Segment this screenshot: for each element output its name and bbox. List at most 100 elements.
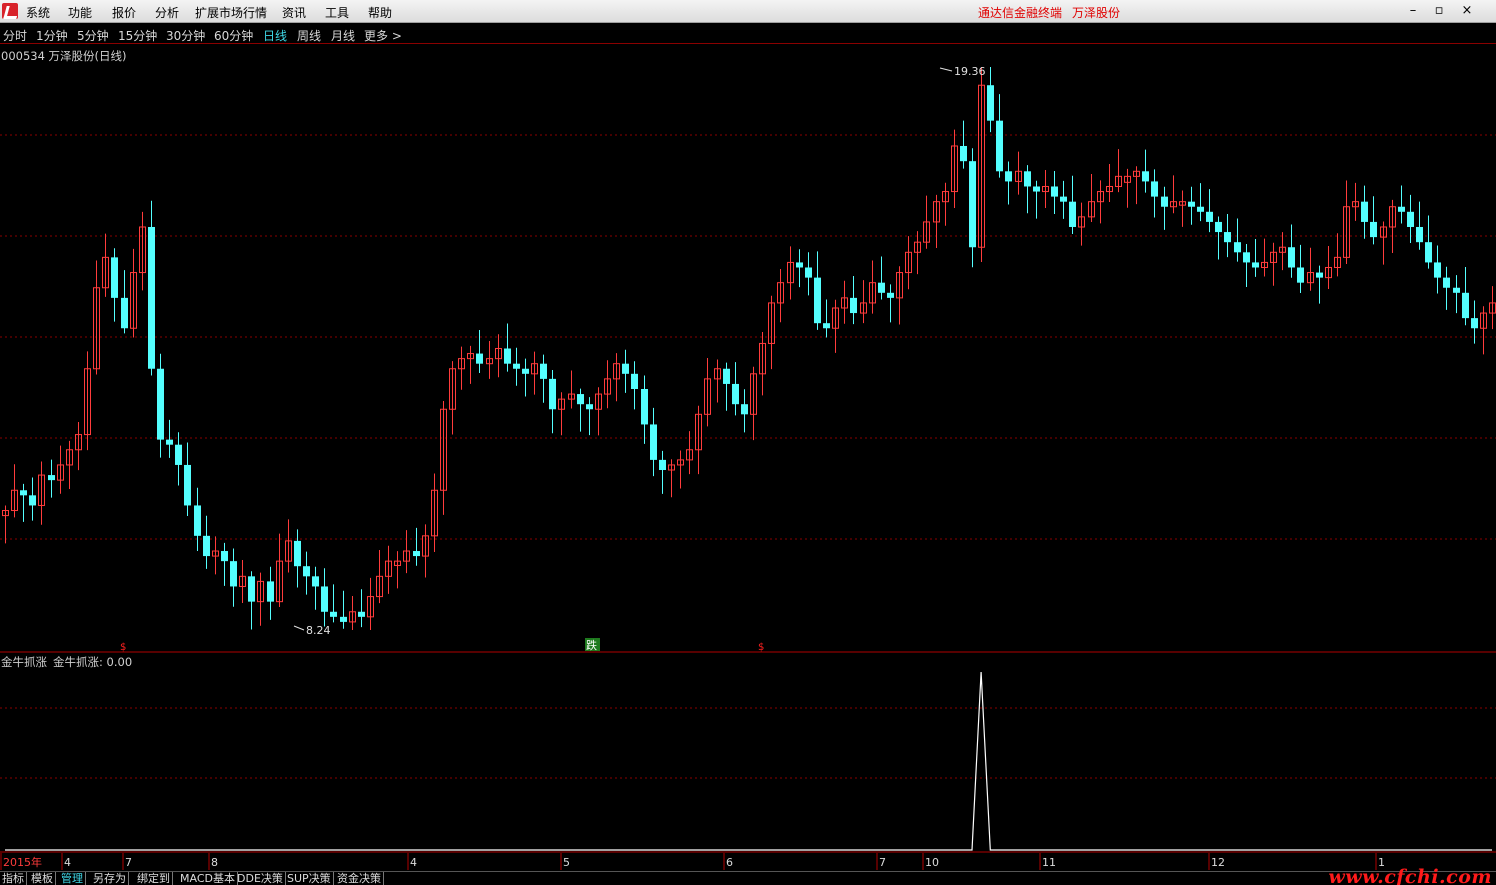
candle-body-down: [650, 424, 657, 460]
candle-body-down: [1407, 211, 1414, 227]
candle-body-down: [1188, 201, 1195, 207]
candle-body-down: [1416, 226, 1423, 243]
tab-indicator[interactable]: 指标: [0, 872, 27, 885]
candle-body-down: [723, 368, 730, 384]
axis-label: 8: [211, 856, 218, 869]
candle-body-down: [48, 475, 55, 481]
candle-body-down: [960, 145, 967, 162]
candle-body-down: [1453, 287, 1460, 293]
candle-body-down: [1069, 201, 1076, 227]
candle-body-down: [1005, 171, 1012, 182]
signal-marker: $: [120, 642, 126, 653]
candle-body-down: [1471, 318, 1478, 329]
candle-body-down: [1234, 242, 1241, 253]
candle-body-down: [121, 297, 128, 329]
axis-label: 11: [1042, 856, 1056, 869]
candle-body-down: [267, 581, 274, 602]
candle-body-down: [823, 323, 830, 329]
candle-body-down: [1215, 221, 1222, 233]
time-axis: 2015年 4 7 8 4 5 6 7 10 11 12 1: [0, 853, 1385, 870]
axis-label: 4: [64, 856, 71, 869]
candle-body-down: [1316, 272, 1323, 278]
axis-label: 4: [410, 856, 417, 869]
candle-body-down: [248, 576, 255, 602]
candle-body-down: [631, 373, 638, 390]
candle-body-down: [203, 535, 210, 557]
low-price-label: 8.24: [306, 624, 331, 637]
candle-body-down: [659, 459, 666, 471]
indicator-value: 金牛抓涨: 0.00: [53, 655, 133, 669]
candle-body-down: [1361, 201, 1368, 222]
candle-body-down: [878, 282, 885, 293]
candle-body-down: [1033, 186, 1040, 192]
candle-body-down: [522, 368, 529, 374]
fall-marker: 跌: [586, 638, 597, 652]
candle-body-down: [230, 561, 237, 587]
candle-body-down: [513, 363, 520, 369]
tab-macd-basic[interactable]: MACD基本: [178, 872, 238, 885]
candle-body-down: [1197, 206, 1204, 212]
candle-body-down: [1060, 196, 1067, 202]
candle-body-down: [20, 490, 27, 496]
candle-body-down: [1151, 181, 1158, 197]
candle-body-down: [221, 551, 228, 562]
candle-body-down: [987, 85, 994, 121]
candle-body-down: [1297, 267, 1304, 283]
tab-bind-to[interactable]: 绑定到: [135, 872, 173, 885]
candle-body-down: [1224, 232, 1231, 243]
high-arrow-icon: [939, 67, 953, 72]
axis-label: 7: [125, 856, 132, 869]
candle-body-down: [1243, 252, 1250, 263]
chart-grid: [0, 134, 1496, 853]
candle-body-down: [969, 161, 976, 248]
candle-body-down: [996, 120, 1003, 172]
main-chart-title: 000534 万泽股份(日线): [1, 49, 127, 63]
candle-body-down: [796, 262, 803, 268]
candle-body-down: [358, 611, 365, 617]
candlestick-series: [2, 67, 1496, 630]
candle-body-down: [312, 576, 319, 587]
candle-body-down: [175, 444, 182, 465]
candle-body-down: [549, 378, 556, 410]
candle-body-down: [321, 586, 328, 612]
indicator-line: [5, 671, 1492, 851]
candle-body-down: [166, 439, 173, 445]
tab-manage[interactable]: 管理: [59, 872, 86, 885]
kline-chart[interactable]: 2015年 4 7 8 4 5 6 7 10 11 12 1 19.368.24$ 跌 $: [0, 0, 1496, 885]
tab-sup-decision[interactable]: SUP决策: [285, 872, 334, 885]
tab-save-as[interactable]: 另存为: [91, 872, 129, 885]
candle-body-down: [586, 404, 593, 410]
high-price-label: 19.36: [954, 65, 986, 78]
candle-body-down: [850, 297, 857, 314]
candle-body-down: [1425, 242, 1432, 263]
candle-body-down: [540, 363, 547, 379]
candle-body-down: [294, 540, 301, 567]
candle-body-down: [504, 348, 511, 364]
axis-label: 12: [1211, 856, 1225, 869]
axis-label: 7: [879, 856, 886, 869]
indicator-title: 金牛抓涨 金牛抓涨: 0.00: [1, 654, 138, 670]
candle-body-down: [1434, 262, 1441, 278]
candle-body-down: [1024, 171, 1031, 187]
tab-dde-decision[interactable]: DDE决策: [235, 872, 286, 885]
candle-body-down: [1051, 186, 1058, 197]
candle-body-down: [148, 226, 155, 369]
candle-body-down: [1462, 292, 1469, 319]
candle-body-down: [1370, 221, 1377, 238]
candle-body-down: [641, 389, 648, 425]
candle-body-down: [340, 616, 347, 622]
candle-body-down: [1142, 171, 1149, 182]
axis-label: 2015年: [3, 855, 42, 869]
candle-body-down: [1161, 196, 1168, 207]
candle-body-down: [732, 383, 739, 405]
candle-body-down: [1206, 211, 1213, 222]
indicator-name: 金牛抓涨: [1, 655, 47, 669]
candle-body-down: [111, 257, 118, 298]
tab-fund-decision[interactable]: 资金决策: [335, 872, 384, 885]
indicator-series: [5, 671, 1492, 851]
candle-body-down: [413, 551, 420, 557]
candle-body-down: [622, 363, 629, 374]
tab-template[interactable]: 模板: [29, 872, 56, 885]
candle-body-down: [194, 505, 201, 536]
candle-body-down: [303, 566, 310, 577]
